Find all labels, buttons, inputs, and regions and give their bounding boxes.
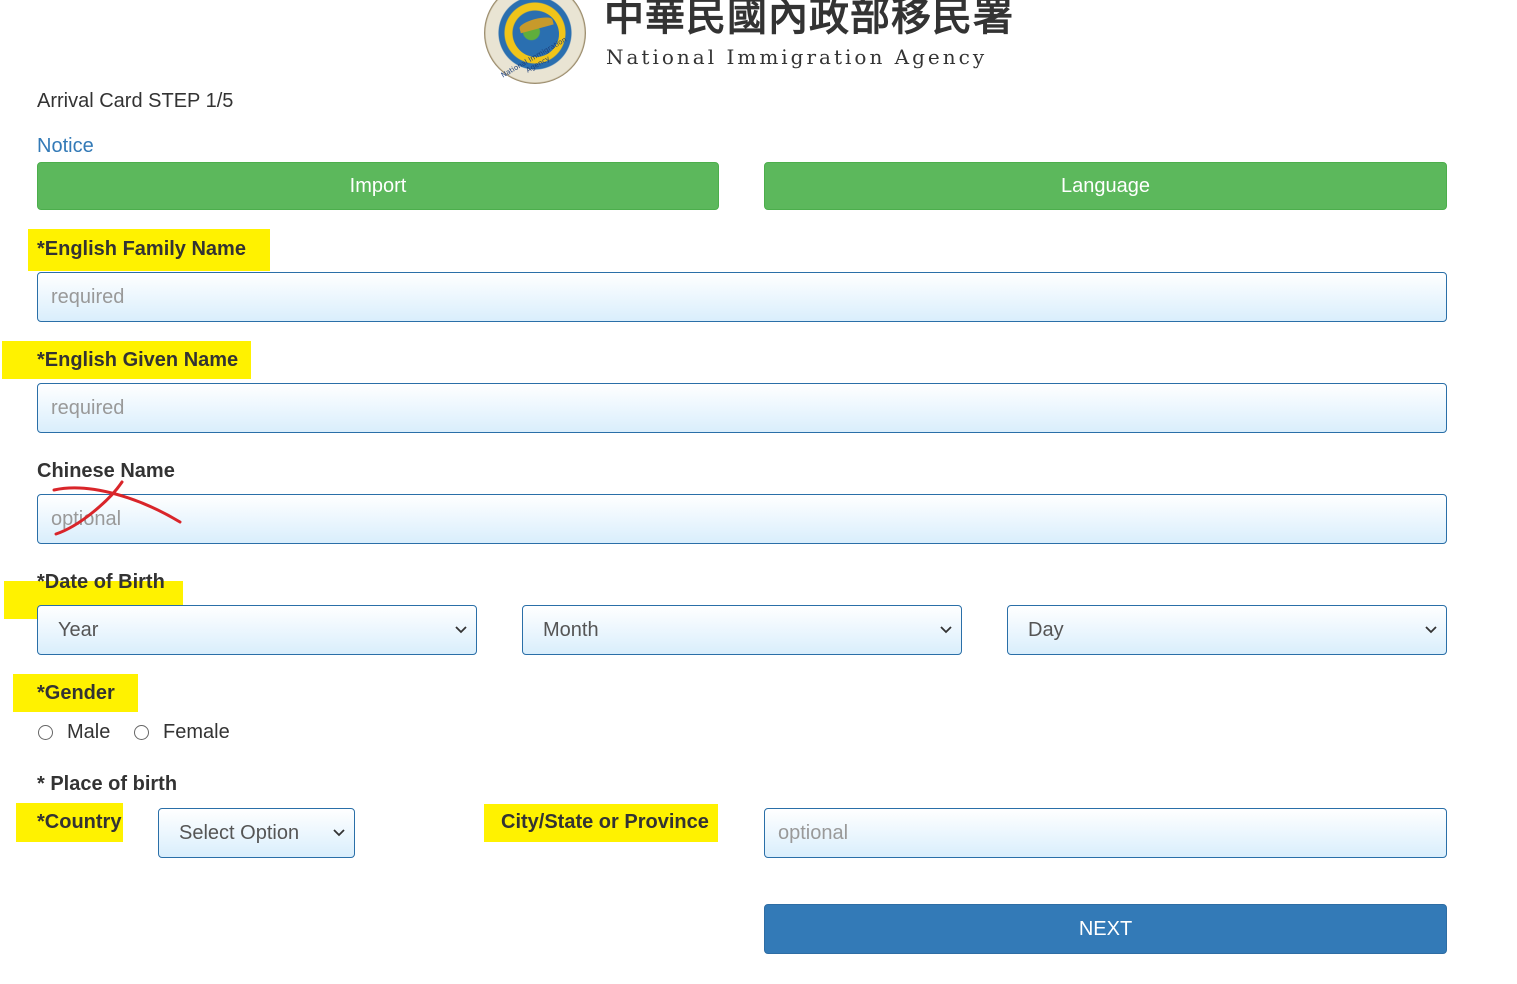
chevron-down-icon xyxy=(455,626,467,634)
agency-name-chinese: 中華民國內政部移民署 xyxy=(604,0,1014,40)
agency-seal-logo: National Immigration Agency xyxy=(484,0,586,84)
city-state-input[interactable]: optional xyxy=(764,808,1447,858)
birth-year-value: Year xyxy=(58,618,99,641)
chevron-down-icon xyxy=(333,829,345,837)
city-state-label: City/State or Province xyxy=(501,811,709,833)
agency-name-english: National Immigration Agency xyxy=(606,45,988,69)
country-value: Select Option xyxy=(179,821,300,844)
given-name-input[interactable]: required xyxy=(37,383,1447,433)
family-name-input[interactable]: required xyxy=(37,272,1447,322)
birth-month-value: Month xyxy=(543,618,599,641)
gender-male-radio[interactable] xyxy=(38,725,53,740)
import-button[interactable]: Import xyxy=(37,162,719,210)
chevron-down-icon xyxy=(940,626,952,634)
given-name-label: *English Given Name xyxy=(37,349,239,371)
chinese-name-input[interactable]: optional xyxy=(37,494,1447,544)
gender-male-label[interactable]: Male xyxy=(67,721,110,744)
birth-day-select[interactable]: Day xyxy=(1007,605,1447,655)
place-of-birth-label: * Place of birth xyxy=(37,773,178,795)
language-button[interactable]: Language xyxy=(764,162,1447,210)
birth-day-value: Day xyxy=(1028,618,1064,641)
notice-link[interactable]: Notice xyxy=(37,135,94,158)
date-of-birth-label: *Date of Birth xyxy=(37,571,165,593)
country-select[interactable]: Select Option xyxy=(158,808,355,858)
family-name-label: *English Family Name xyxy=(37,238,246,260)
birth-year-select[interactable]: Year xyxy=(37,605,477,655)
gender-label: *Gender xyxy=(37,682,115,704)
birth-month-select[interactable]: Month xyxy=(522,605,962,655)
gender-female-label[interactable]: Female xyxy=(163,721,230,744)
red-cross-annotation xyxy=(52,480,182,536)
chevron-down-icon xyxy=(1425,626,1437,634)
page-title: Arrival Card STEP 1/5 xyxy=(37,90,234,112)
country-label: *Country xyxy=(37,811,122,833)
next-button[interactable]: NEXT xyxy=(764,904,1447,954)
gender-female-radio[interactable] xyxy=(134,725,149,740)
